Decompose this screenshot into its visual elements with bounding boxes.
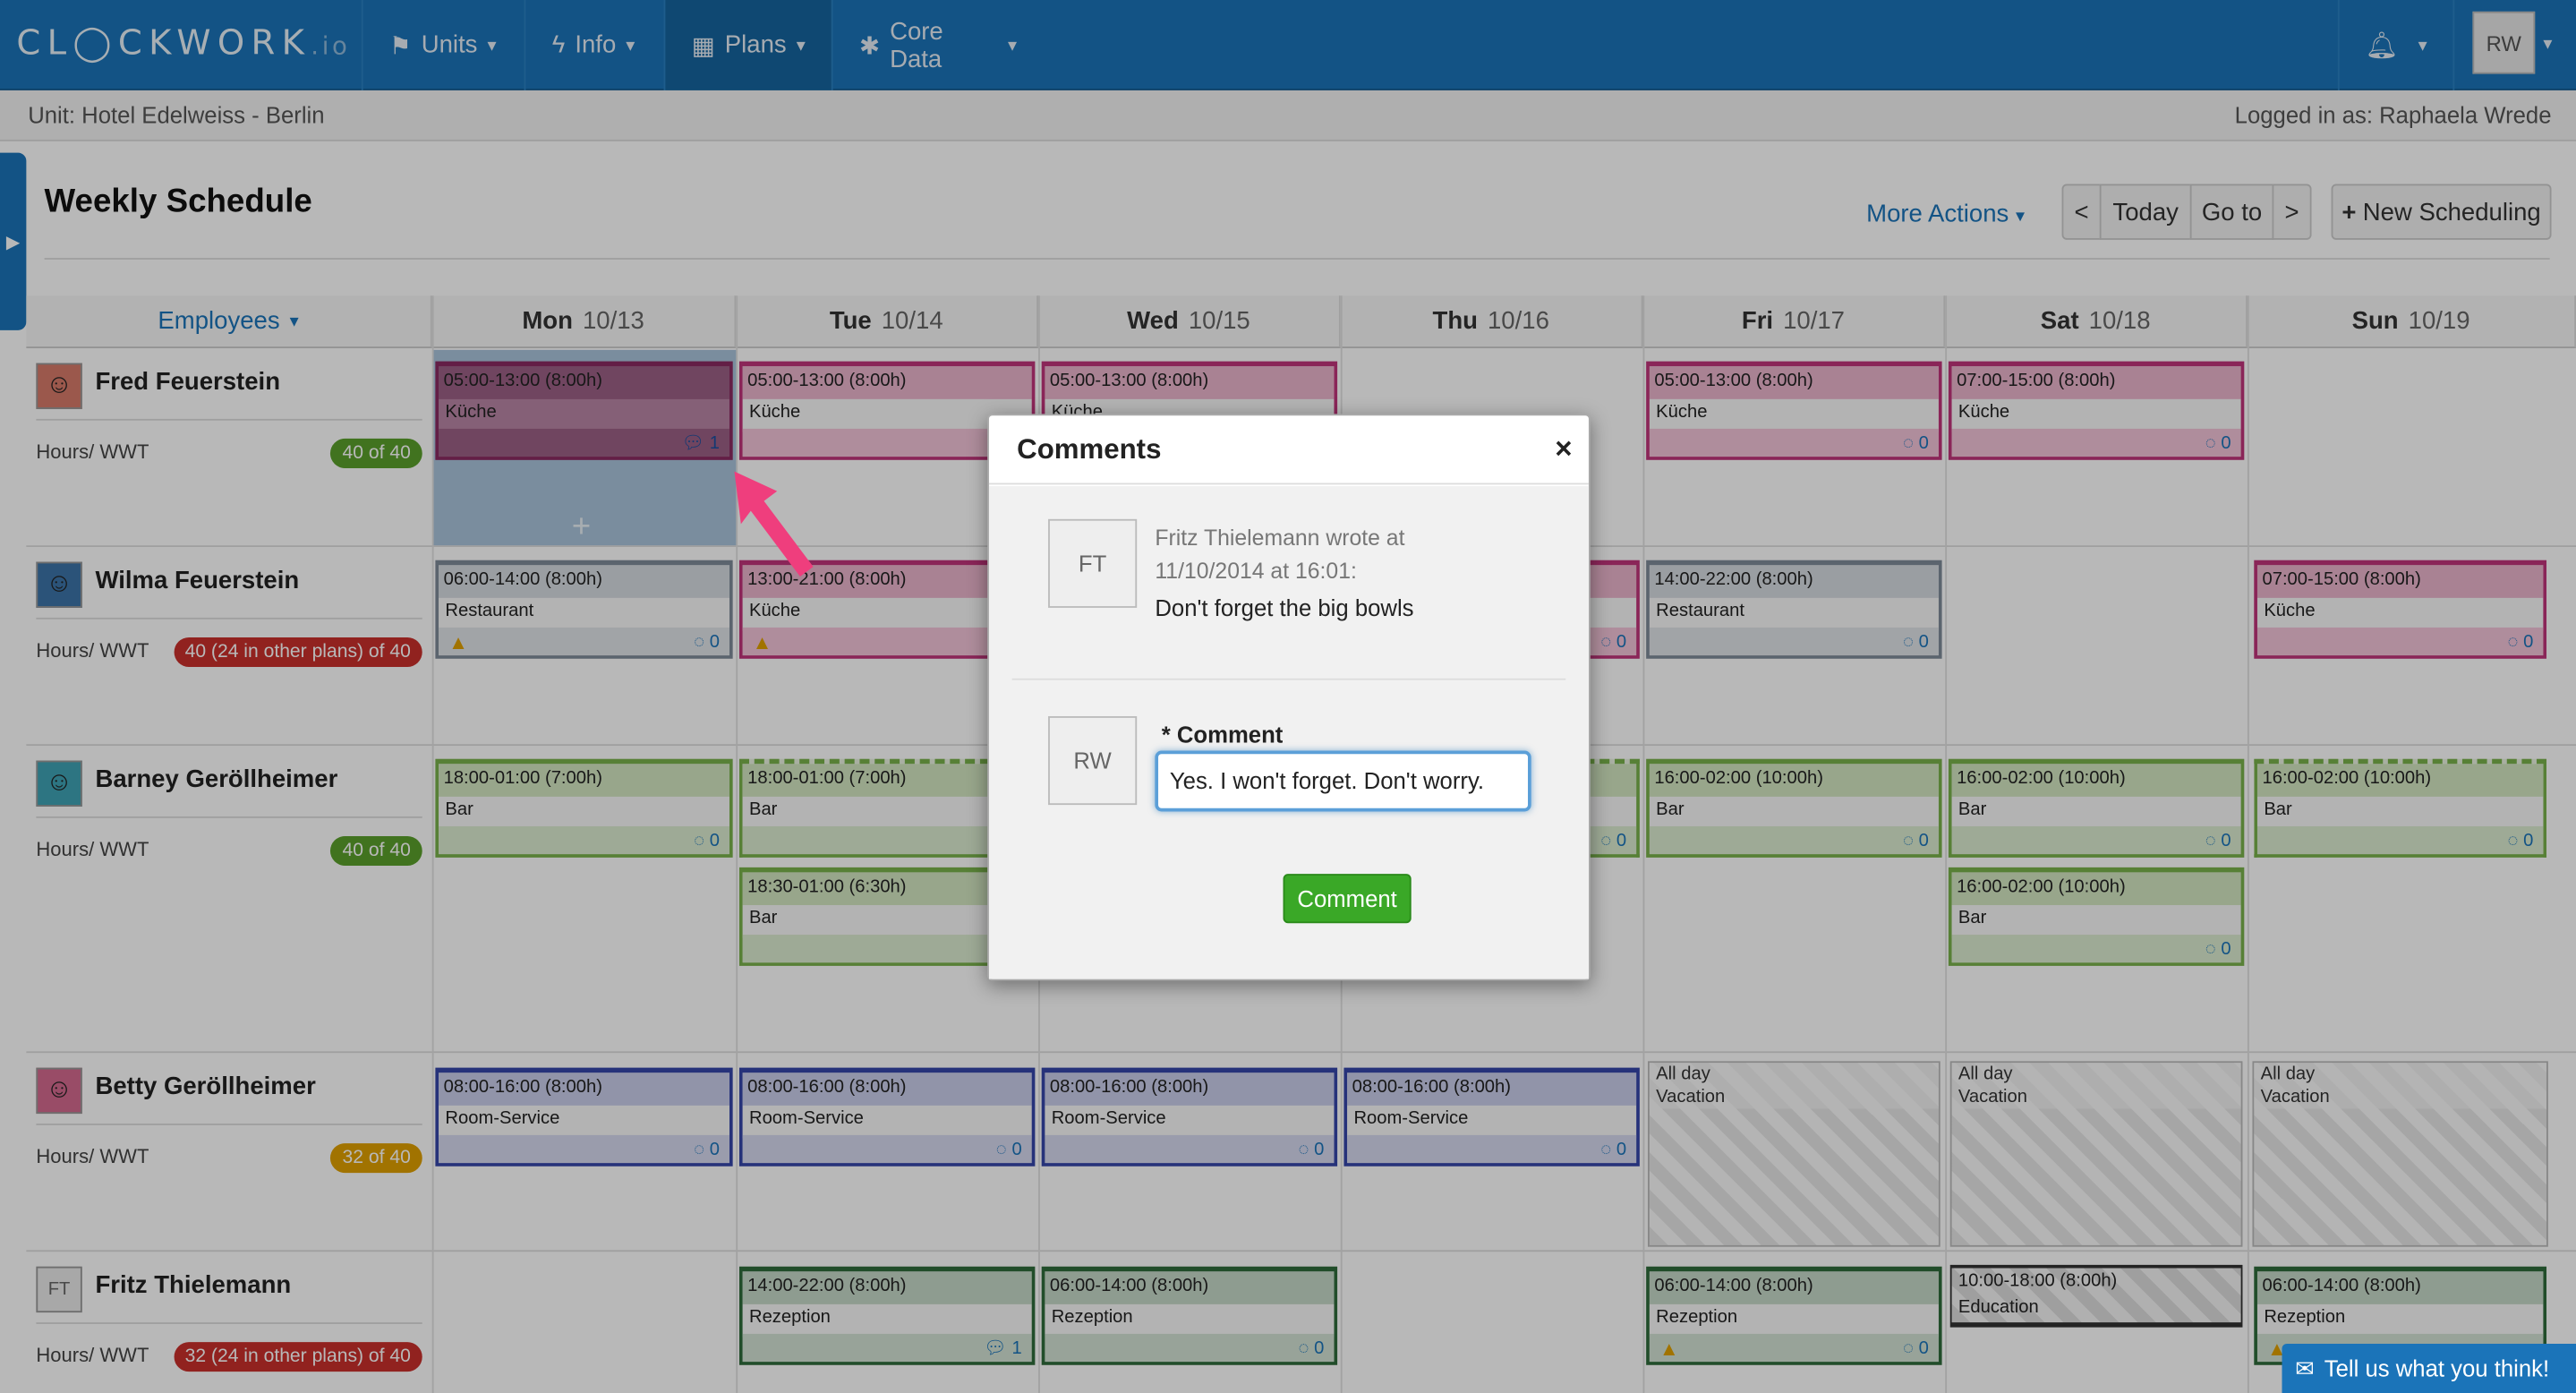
- feedback-button[interactable]: ✉ Tell us what you think!: [2282, 1343, 2576, 1393]
- avatar: RW: [1048, 716, 1138, 806]
- divider: [1011, 678, 1566, 680]
- pointer-arrow: [734, 471, 814, 577]
- avatar: FT: [1048, 518, 1138, 608]
- comment-field-label: * Comment: [1161, 721, 1284, 748]
- comments-modal: Comments × FT Fritz Thielemann wrote at …: [987, 414, 1591, 981]
- comment-meta: Fritz Thielemann wrote at 11/10/2014 at …: [1155, 526, 1405, 584]
- comment-text: Don't forget the big bowls: [1155, 594, 1414, 621]
- comment-input[interactable]: Yes. I won't forget. Don't worry.: [1155, 750, 1531, 812]
- close-icon[interactable]: ×: [1555, 432, 1572, 467]
- modal-title: Comments: [1017, 433, 1162, 466]
- chat-icon: ✉: [2295, 1354, 2315, 1381]
- comment-submit-button[interactable]: Comment: [1283, 874, 1412, 924]
- modal-body: FT Fritz Thielemann wrote at 11/10/2014 …: [988, 486, 1589, 979]
- modal-header: Comments ×: [988, 415, 1589, 485]
